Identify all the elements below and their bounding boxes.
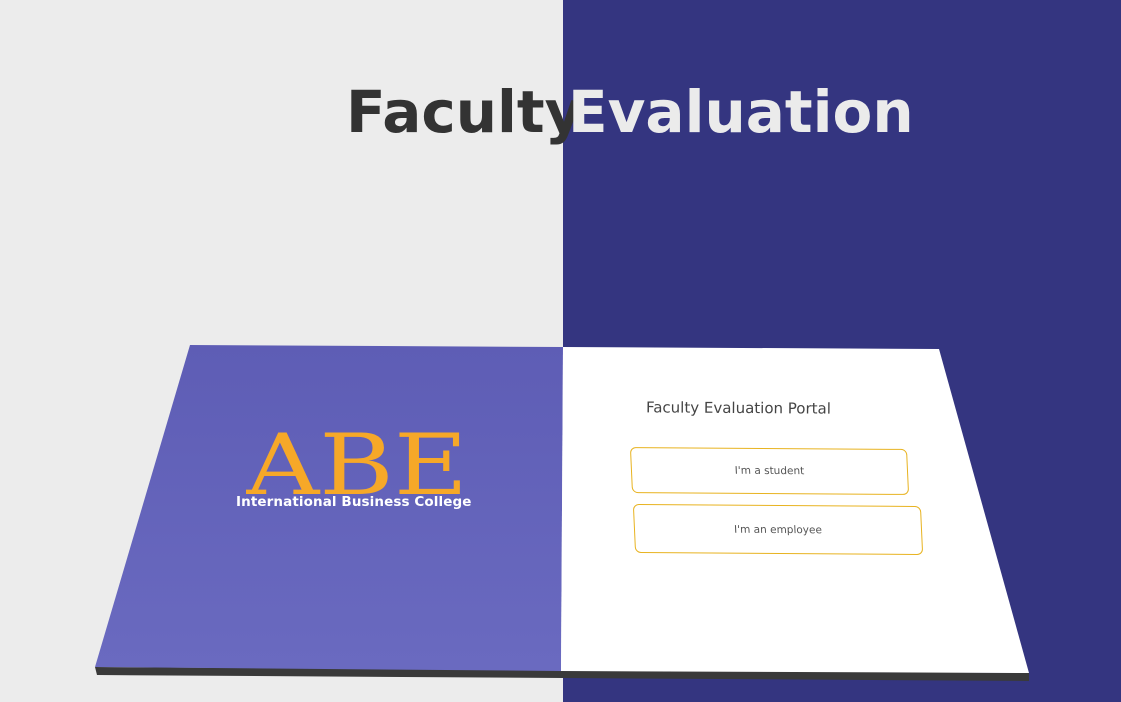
employee-button[interactable]: I'm an employee <box>632 503 924 556</box>
abe-logo: ABE <box>246 420 468 502</box>
student-button[interactable]: I'm a student <box>629 447 910 495</box>
abe-logo-letters: ABE <box>246 420 468 502</box>
tilted-card <box>95 345 1029 681</box>
portal-title: Faculty Evaluation Portal <box>645 398 831 418</box>
logo-subtitle: International Business College <box>236 494 472 510</box>
